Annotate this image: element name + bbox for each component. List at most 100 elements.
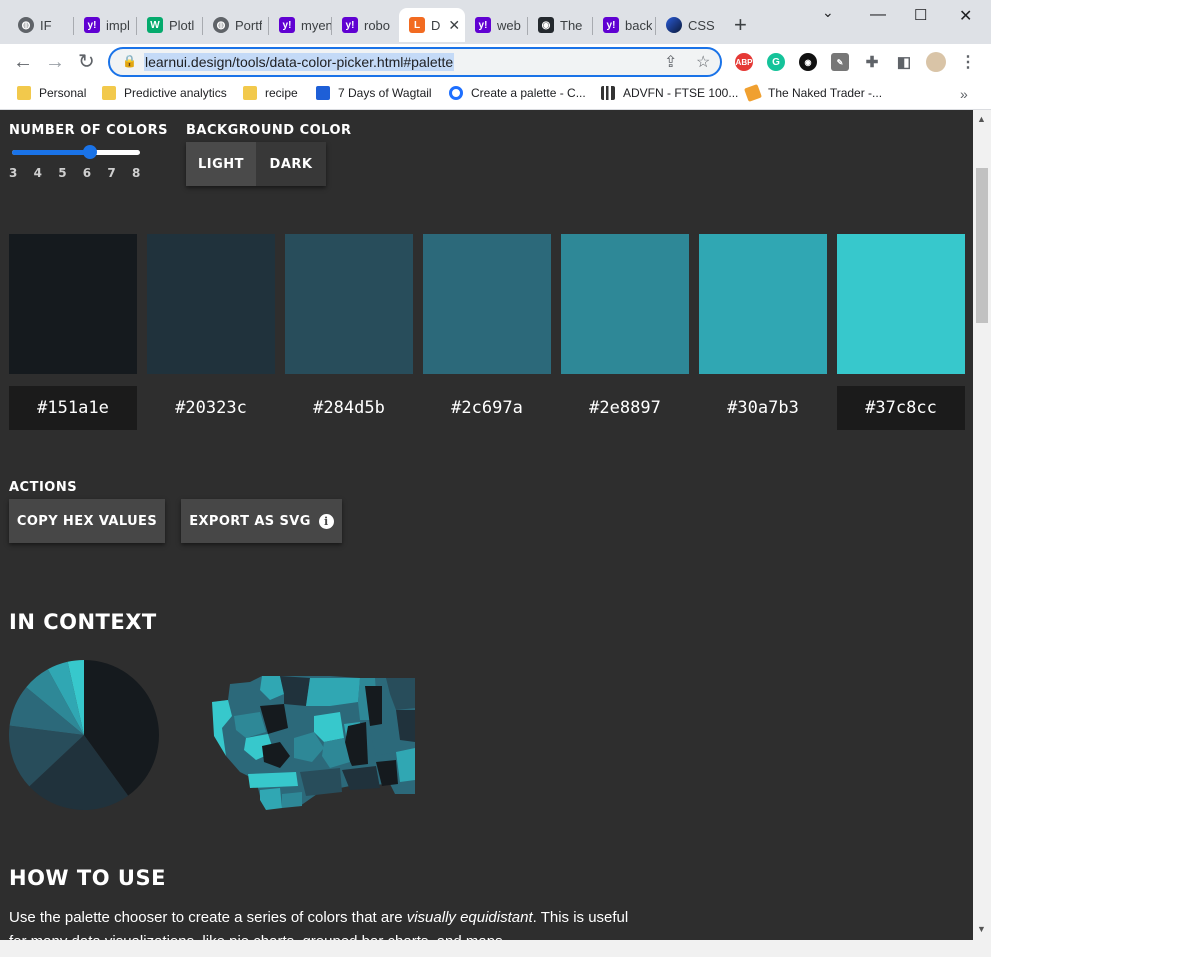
- how-to-text: Use the palette chooser to create a seri…: [9, 909, 407, 926]
- tab-title: impl: [106, 17, 130, 33]
- tab-title: Plotl: [169, 17, 195, 33]
- bookmarks-bar: Personal Predictive analytics recipe 7 D…: [0, 80, 991, 110]
- pie-chart-preview: [8, 660, 159, 810]
- tab-myen[interactable]: y! myen: [269, 8, 332, 42]
- map-region: [300, 768, 342, 796]
- bookmark-naked-trader[interactable]: The Naked Trader -...: [744, 84, 883, 102]
- close-tab-icon[interactable]: ✕: [448, 17, 460, 34]
- yahoo-icon: y!: [603, 17, 619, 33]
- how-to-emphasis: visually equidistant: [406, 909, 533, 926]
- url-text[interactable]: learnui.design/tools/data-color-picker.h…: [144, 53, 455, 71]
- tab-title: robo: [364, 17, 391, 33]
- tab-search-chevron-icon[interactable]: ⌄: [822, 4, 834, 21]
- color-swatch[interactable]: [147, 234, 275, 374]
- close-window-icon[interactable]: ✕: [959, 6, 972, 26]
- tab-if[interactable]: ◍ IF: [8, 8, 74, 42]
- slider-handle[interactable]: [83, 145, 98, 159]
- color-swatch[interactable]: [561, 234, 689, 374]
- bookmark-personal[interactable]: Personal: [17, 86, 86, 100]
- number-of-colors-slider[interactable]: [12, 145, 140, 159]
- new-tab-plus-icon[interactable]: +: [734, 14, 747, 36]
- tab-title: Portf: [235, 17, 263, 33]
- bookmark-label: Predictive analytics: [124, 86, 227, 100]
- folder-icon: [102, 86, 116, 100]
- tab-title: web: [497, 17, 521, 33]
- bookmark-label: ADVFN - FTSE 100...: [623, 86, 739, 100]
- eye-extension-icon[interactable]: ◉: [799, 53, 817, 71]
- folder-icon: [17, 86, 31, 100]
- scroll-up-arrow-icon[interactable]: ▲: [977, 114, 986, 124]
- globe-icon: ◍: [213, 17, 229, 33]
- bookmark-label: Create a palette - C...: [471, 86, 586, 100]
- how-to-use-heading: HOW TO USE: [9, 866, 166, 890]
- hex-value-label[interactable]: #284d5b: [285, 386, 413, 430]
- wagtail-icon: [316, 86, 330, 100]
- address-bar[interactable]: 🔒 learnui.design/tools/data-color-picker…: [108, 47, 722, 77]
- tab-strip: ◍ IF y! impl W Plotl ◍ Portf y! myen y! …: [0, 0, 991, 44]
- bookmark-recipe[interactable]: recipe: [243, 86, 298, 100]
- maximize-icon[interactable]: ☐: [914, 6, 927, 24]
- export-button-label: EXPORT AS SVG: [189, 513, 311, 529]
- adblock-icon[interactable]: ABP: [735, 53, 753, 71]
- hex-value-label[interactable]: #151a1e: [9, 386, 137, 430]
- yahoo-icon: y!: [279, 17, 295, 33]
- color-swatch[interactable]: [837, 234, 965, 374]
- tab-web[interactable]: y! web: [465, 8, 528, 42]
- minimize-icon[interactable]: —: [870, 6, 886, 24]
- slider-tick: 6: [82, 166, 92, 180]
- hex-value-label[interactable]: #2e8897: [561, 386, 689, 430]
- more-bookmarks-chevron-icon[interactable]: »: [960, 86, 968, 102]
- hex-value-label[interactable]: #30a7b3: [699, 386, 827, 430]
- extensions-puzzle-icon[interactable]: ✚: [863, 53, 881, 71]
- copy-hex-values-button[interactable]: COPY HEX VALUES: [9, 499, 165, 543]
- tab-the[interactable]: ◉ The: [528, 8, 593, 42]
- how-to-use-paragraph: Use the palette chooser to create a seri…: [9, 906, 649, 940]
- hex-value-label[interactable]: #2c697a: [423, 386, 551, 430]
- horizontal-scrollbar[interactable]: [0, 940, 991, 957]
- export-svg-button[interactable]: EXPORT AS SVG i: [181, 499, 342, 543]
- tab-title: D: [431, 17, 441, 33]
- info-icon[interactable]: i: [318, 513, 334, 529]
- bookmark-star-icon[interactable]: ☆: [696, 52, 710, 72]
- map-region: [248, 772, 298, 788]
- scroll-down-arrow-icon[interactable]: ▼: [977, 924, 986, 934]
- bookmark-coolors[interactable]: Create a palette - C...: [449, 86, 586, 100]
- bookmark-label: The Naked Trader -...: [768, 86, 883, 100]
- forward-arrow-icon[interactable]: →: [45, 50, 65, 74]
- bookmark-advfn[interactable]: ADVFN - FTSE 100...: [601, 86, 738, 100]
- slider-tick: 4: [33, 166, 42, 180]
- tab-plotl[interactable]: W Plotl: [137, 8, 203, 42]
- background-toggle: LIGHT DARK: [186, 142, 326, 186]
- color-swatch[interactable]: [285, 234, 413, 374]
- reload-icon[interactable]: ↻: [78, 50, 95, 74]
- in-context-heading: IN CONTEXT: [9, 610, 157, 634]
- bookmark-wagtail[interactable]: 7 Days of Wagtail: [316, 86, 432, 100]
- eyedropper-icon[interactable]: ✎: [831, 53, 849, 71]
- slider-fill: [12, 150, 91, 155]
- hex-value-label[interactable]: #20323c: [147, 386, 275, 430]
- light-button[interactable]: LIGHT: [186, 142, 256, 186]
- menu-kebab-icon[interactable]: ⋮: [959, 53, 977, 71]
- tab-back[interactable]: y! back: [593, 8, 656, 42]
- share-icon[interactable]: ⇪: [664, 52, 677, 72]
- w3schools-icon: W: [147, 17, 163, 33]
- profile-avatar[interactable]: [926, 52, 946, 72]
- color-swatch[interactable]: [9, 234, 137, 374]
- side-panel-icon[interactable]: ◧: [895, 53, 913, 71]
- tab-robo[interactable]: y! robo: [332, 8, 397, 42]
- scrollbar-thumb[interactable]: [976, 168, 988, 323]
- vertical-scrollbar[interactable]: ▲ ▼: [973, 110, 991, 940]
- hex-value-label[interactable]: #37c8cc: [837, 386, 965, 430]
- tab-portf[interactable]: ◍ Portf: [203, 8, 269, 42]
- tab-css[interactable]: CSS: [656, 8, 722, 42]
- color-swatch[interactable]: [699, 234, 827, 374]
- color-swatch[interactable]: [423, 234, 551, 374]
- tab-learnui-active[interactable]: L D ✕: [399, 8, 465, 42]
- tab-title: The: [560, 17, 583, 33]
- tab-impl[interactable]: y! impl: [74, 8, 137, 42]
- map-region: [260, 788, 282, 810]
- grammarly-icon[interactable]: G: [767, 53, 785, 71]
- bookmark-predictive-analytics[interactable]: Predictive analytics: [102, 86, 227, 100]
- back-arrow-icon[interactable]: ←: [13, 50, 33, 74]
- dark-button[interactable]: DARK: [256, 142, 326, 186]
